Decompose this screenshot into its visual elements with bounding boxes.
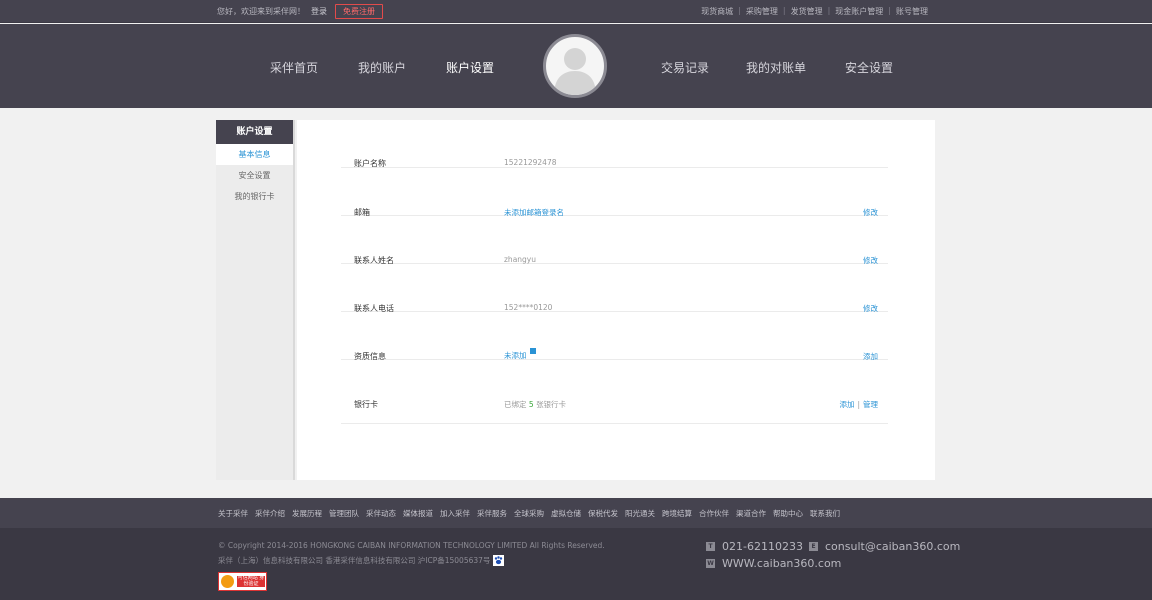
top-link-account[interactable]: 账号管理: [896, 6, 928, 17]
footer-link[interactable]: 保税代发: [588, 508, 618, 519]
info-icon[interactable]: [529, 348, 536, 354]
register-button[interactable]: 免费注册: [335, 4, 383, 19]
login-link[interactable]: 登录: [311, 6, 327, 17]
bank-card-prefix: 已绑定: [504, 400, 527, 409]
sidebar-item-basic-info[interactable]: 基本信息: [216, 144, 293, 165]
divider: |: [738, 6, 741, 15]
footer-link[interactable]: 联系我们: [810, 508, 840, 519]
sidebar: 账户设置 基本信息 安全设置 我的银行卡: [216, 120, 295, 480]
email-icon: E: [809, 542, 818, 551]
footer-links-bar: 关于采伴 采伴介绍 发展历程 管理团队 采伴动态 媒体报道 加入采伴 采伴服务 …: [0, 498, 1152, 528]
top-link-shipping[interactable]: 发货管理: [791, 6, 823, 17]
icp-text: 采伴（上海）信息科技有限公司 香港采伴信息科技有限公司 沪ICP备1500563…: [218, 556, 491, 565]
info-row-account-name: 账户名称 15221292478: [341, 120, 888, 168]
nav-security[interactable]: 安全设置: [845, 59, 893, 76]
account-info-panel: 账户名称 15221292478 邮箱 未添加邮箱登录名 修改 联系人姓名 zh…: [297, 120, 935, 480]
contact-email: E consult@caiban360.com: [809, 540, 960, 553]
phone-icon: T: [706, 542, 715, 551]
footer-link[interactable]: 加入采伴: [440, 508, 470, 519]
footer-link[interactable]: 媒体报道: [403, 508, 433, 519]
info-row-contact-phone: 联系人电话 152****0120 修改: [341, 264, 888, 313]
info-row-qualification: 资质信息 未添加 添加: [341, 312, 888, 361]
info-row-contact-name: 联系人姓名 zhangyu 修改: [341, 216, 888, 265]
footer-link[interactable]: 全球采购: [514, 508, 544, 519]
nav-my-account[interactable]: 我的账户: [358, 59, 406, 76]
nav-transactions[interactable]: 交易记录: [661, 59, 709, 76]
top-bar-left: 您好，欢迎来到采伴网！ 登录 免费注册: [217, 4, 383, 19]
copyright: © Copyright 2014-2016 HONGKONG CAIBAN IN…: [218, 541, 605, 550]
footer-link[interactable]: 合作伙伴: [699, 508, 729, 519]
row-value: zhangyu: [504, 255, 536, 264]
nav-home[interactable]: 采伴首页: [270, 59, 318, 76]
footer-link[interactable]: 虚拟仓储: [551, 508, 581, 519]
email-address[interactable]: consult@caiban360.com: [825, 540, 960, 553]
bank-card-count: 5: [528, 400, 534, 409]
icp-info: 采伴（上海）信息科技有限公司 香港采伴信息科技有限公司 沪ICP备1500563…: [218, 555, 505, 566]
divider: |: [857, 400, 860, 409]
row-label: 银行卡: [354, 400, 378, 409]
website-url[interactable]: WWW.caiban360.com: [722, 557, 841, 570]
footer-links: 关于采伴 采伴介绍 发展历程 管理团队 采伴动态 媒体报道 加入采伴 采伴服务 …: [218, 508, 847, 519]
qualification-status[interactable]: 未添加: [504, 351, 527, 360]
divider: |: [782, 6, 786, 15]
bank-card-suffix: 张银行卡: [536, 400, 567, 409]
contact-phone: T 021-62110233: [706, 540, 803, 553]
footer-link[interactable]: 发展历程: [292, 508, 322, 519]
footer-link[interactable]: 跨境结算: [662, 508, 692, 519]
footer-link[interactable]: 阳光通关: [625, 508, 655, 519]
top-bar: 您好，欢迎来到采伴网！ 登录 免费注册 现货商城 | 采购管理 | 发货管理 |…: [0, 0, 1152, 23]
sidebar-title: 账户设置: [216, 120, 293, 144]
footer-link[interactable]: 管理团队: [329, 508, 359, 519]
seal-icon: [221, 575, 234, 588]
top-link-mall[interactable]: 现货商城: [701, 6, 733, 17]
footer-link[interactable]: 采伴介绍: [255, 508, 285, 519]
top-bar-links: 现货商城 | 采购管理 | 发货管理 | 现金账户管理 | 账号管理: [701, 6, 928, 17]
info-row-email: 邮箱 未添加邮箱登录名 修改: [341, 168, 888, 217]
row-value: 152****0120: [504, 303, 553, 312]
nav-statements[interactable]: 我的对账单: [746, 59, 806, 76]
add-bank-card-link[interactable]: 添加: [839, 400, 854, 409]
info-row-bank-card: 银行卡 已绑定 5 张银行卡 添加 | 管理: [341, 360, 888, 424]
sidebar-item-bank-cards[interactable]: 我的银行卡: [216, 186, 293, 207]
footer-link[interactable]: 采伴服务: [477, 508, 507, 519]
divider: |: [827, 6, 831, 15]
manage-bank-card-link[interactable]: 管理: [863, 400, 878, 409]
sidebar-item-security[interactable]: 安全设置: [216, 165, 293, 186]
main-nav: 采伴首页 我的账户 账户设置 交易记录 我的对账单 安全设置: [0, 24, 1152, 108]
trust-badge-text: 可信网站 身份验证: [237, 575, 265, 587]
footer: © Copyright 2014-2016 HONGKONG CAIBAN IN…: [0, 528, 1152, 600]
footer-link[interactable]: 帮助中心: [773, 508, 803, 519]
bank-card-actions: 添加 | 管理: [839, 399, 878, 410]
row-value: 已绑定 5 张银行卡: [504, 399, 566, 410]
phone-number: 021-62110233: [722, 540, 803, 553]
trusted-site-badge[interactable]: 可信网站 身份验证: [218, 572, 267, 591]
avatar[interactable]: [543, 34, 607, 98]
user-silhouette-icon: [554, 48, 596, 95]
police-badge-icon[interactable]: [493, 555, 505, 566]
top-link-purchase[interactable]: 采购管理: [746, 6, 778, 17]
contact-website: W WWW.caiban360.com: [706, 557, 841, 570]
top-link-cash-account[interactable]: 现金账户管理: [835, 6, 883, 17]
row-value: 15221292478: [504, 158, 557, 167]
welcome-text: 您好，欢迎来到采伴网！: [217, 7, 305, 16]
footer-link[interactable]: 渠道合作: [736, 508, 766, 519]
divider: |: [888, 6, 891, 15]
web-icon: W: [706, 559, 715, 568]
nav-account-settings[interactable]: 账户设置: [446, 59, 494, 76]
footer-link[interactable]: 采伴动态: [366, 508, 396, 519]
footer-link[interactable]: 关于采伴: [218, 508, 248, 519]
